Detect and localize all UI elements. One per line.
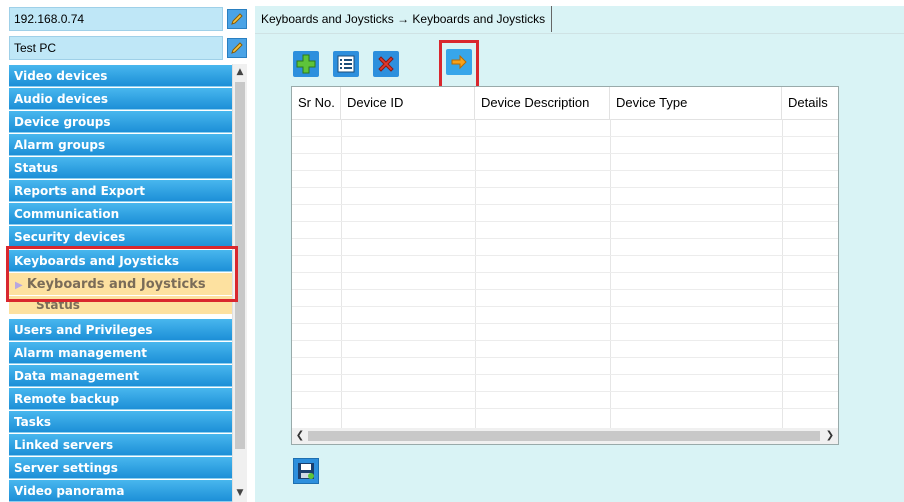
empty-row <box>292 153 838 154</box>
empty-row <box>292 170 838 171</box>
save-button[interactable] <box>293 458 319 484</box>
pencil-icon <box>231 13 243 25</box>
empty-row <box>292 306 838 307</box>
scroll-right-icon[interactable]: ❯ <box>822 428 838 444</box>
menu-item-video-devices[interactable]: Video devices <box>9 65 234 87</box>
empty-row <box>292 357 838 358</box>
menu-item-security-devices[interactable]: Security devices <box>9 226 234 248</box>
scrollbar-thumb[interactable] <box>308 431 820 441</box>
pc-name-field[interactable]: Test PC <box>9 36 223 60</box>
empty-row <box>292 289 838 290</box>
delete-button[interactable] <box>373 51 399 77</box>
menu-item-video-panorama[interactable]: Video panorama <box>9 480 234 502</box>
column-header-device-type[interactable]: Device Type <box>610 87 782 119</box>
pencil-icon <box>231 42 243 54</box>
menu-item-server-settings[interactable]: Server settings <box>9 457 234 479</box>
highlight-box-menu <box>6 246 238 302</box>
menu-item-alarm-groups[interactable]: Alarm groups <box>9 134 234 156</box>
empty-row <box>292 221 838 222</box>
menu-item-data-management[interactable]: Data management <box>9 365 234 387</box>
column-header-device-id[interactable]: Device ID <box>341 87 475 119</box>
menu-item-reports-and-export[interactable]: Reports and Export <box>9 180 234 202</box>
empty-row <box>292 391 838 392</box>
tab-bar: Keyboards and Joysticks → Keyboards and … <box>255 6 904 34</box>
empty-row <box>292 408 838 409</box>
empty-row <box>292 323 838 324</box>
table-header: Sr No. Device ID Device Description Devi… <box>292 87 838 120</box>
x-delete-icon <box>378 56 394 72</box>
scroll-left-icon[interactable]: ❮ <box>292 428 308 444</box>
menu-item-alarm-management[interactable]: Alarm management <box>9 342 234 364</box>
table-horizontal-scrollbar[interactable]: ❮ ❯ <box>292 428 838 444</box>
navigation-panel: 192.168.0.74 Test PC Video devices Audio… <box>0 0 250 502</box>
empty-row <box>292 272 838 273</box>
list-button[interactable] <box>333 51 359 77</box>
scroll-down-icon[interactable]: ▼ <box>233 485 247 502</box>
column-divider <box>475 119 476 430</box>
column-divider <box>341 119 342 430</box>
empty-row <box>292 238 838 239</box>
menu-item-audio-devices[interactable]: Audio devices <box>9 88 234 110</box>
column-divider <box>610 119 611 430</box>
tab-keyboards-and-joysticks[interactable]: Keyboards and Joysticks → Keyboards and … <box>255 6 553 32</box>
add-button[interactable] <box>293 51 319 77</box>
server-address-field[interactable]: 192.168.0.74 <box>9 7 223 31</box>
empty-row <box>292 374 838 375</box>
column-divider <box>782 119 783 430</box>
empty-row <box>292 204 838 205</box>
column-header-sr-no[interactable]: Sr No. <box>292 87 341 119</box>
edit-server-button[interactable] <box>227 9 247 29</box>
empty-row <box>292 136 838 137</box>
menu-item-device-groups[interactable]: Device groups <box>9 111 234 133</box>
column-header-details[interactable]: Details <box>782 87 838 119</box>
menu-item-tasks[interactable]: Tasks <box>9 411 234 433</box>
floppy-save-icon <box>298 463 314 479</box>
empty-row <box>292 187 838 188</box>
menu-item-communication[interactable]: Communication <box>9 203 234 225</box>
column-header-device-description[interactable]: Device Description <box>475 87 610 119</box>
menu-item-users-and-privileges[interactable]: Users and Privileges <box>9 319 234 341</box>
list-icon <box>337 55 355 73</box>
empty-row <box>292 340 838 341</box>
menu-item-linked-servers[interactable]: Linked servers <box>9 434 234 456</box>
scroll-up-icon[interactable]: ▲ <box>233 64 247 81</box>
devices-table[interactable]: Sr No. Device ID Device Description Devi… <box>291 86 839 445</box>
menu-item-status[interactable]: Status <box>9 157 234 179</box>
edit-pc-button[interactable] <box>227 38 247 58</box>
menu-item-remote-backup[interactable]: Remote backup <box>9 388 234 410</box>
empty-row <box>292 255 838 256</box>
plus-icon <box>296 54 316 74</box>
